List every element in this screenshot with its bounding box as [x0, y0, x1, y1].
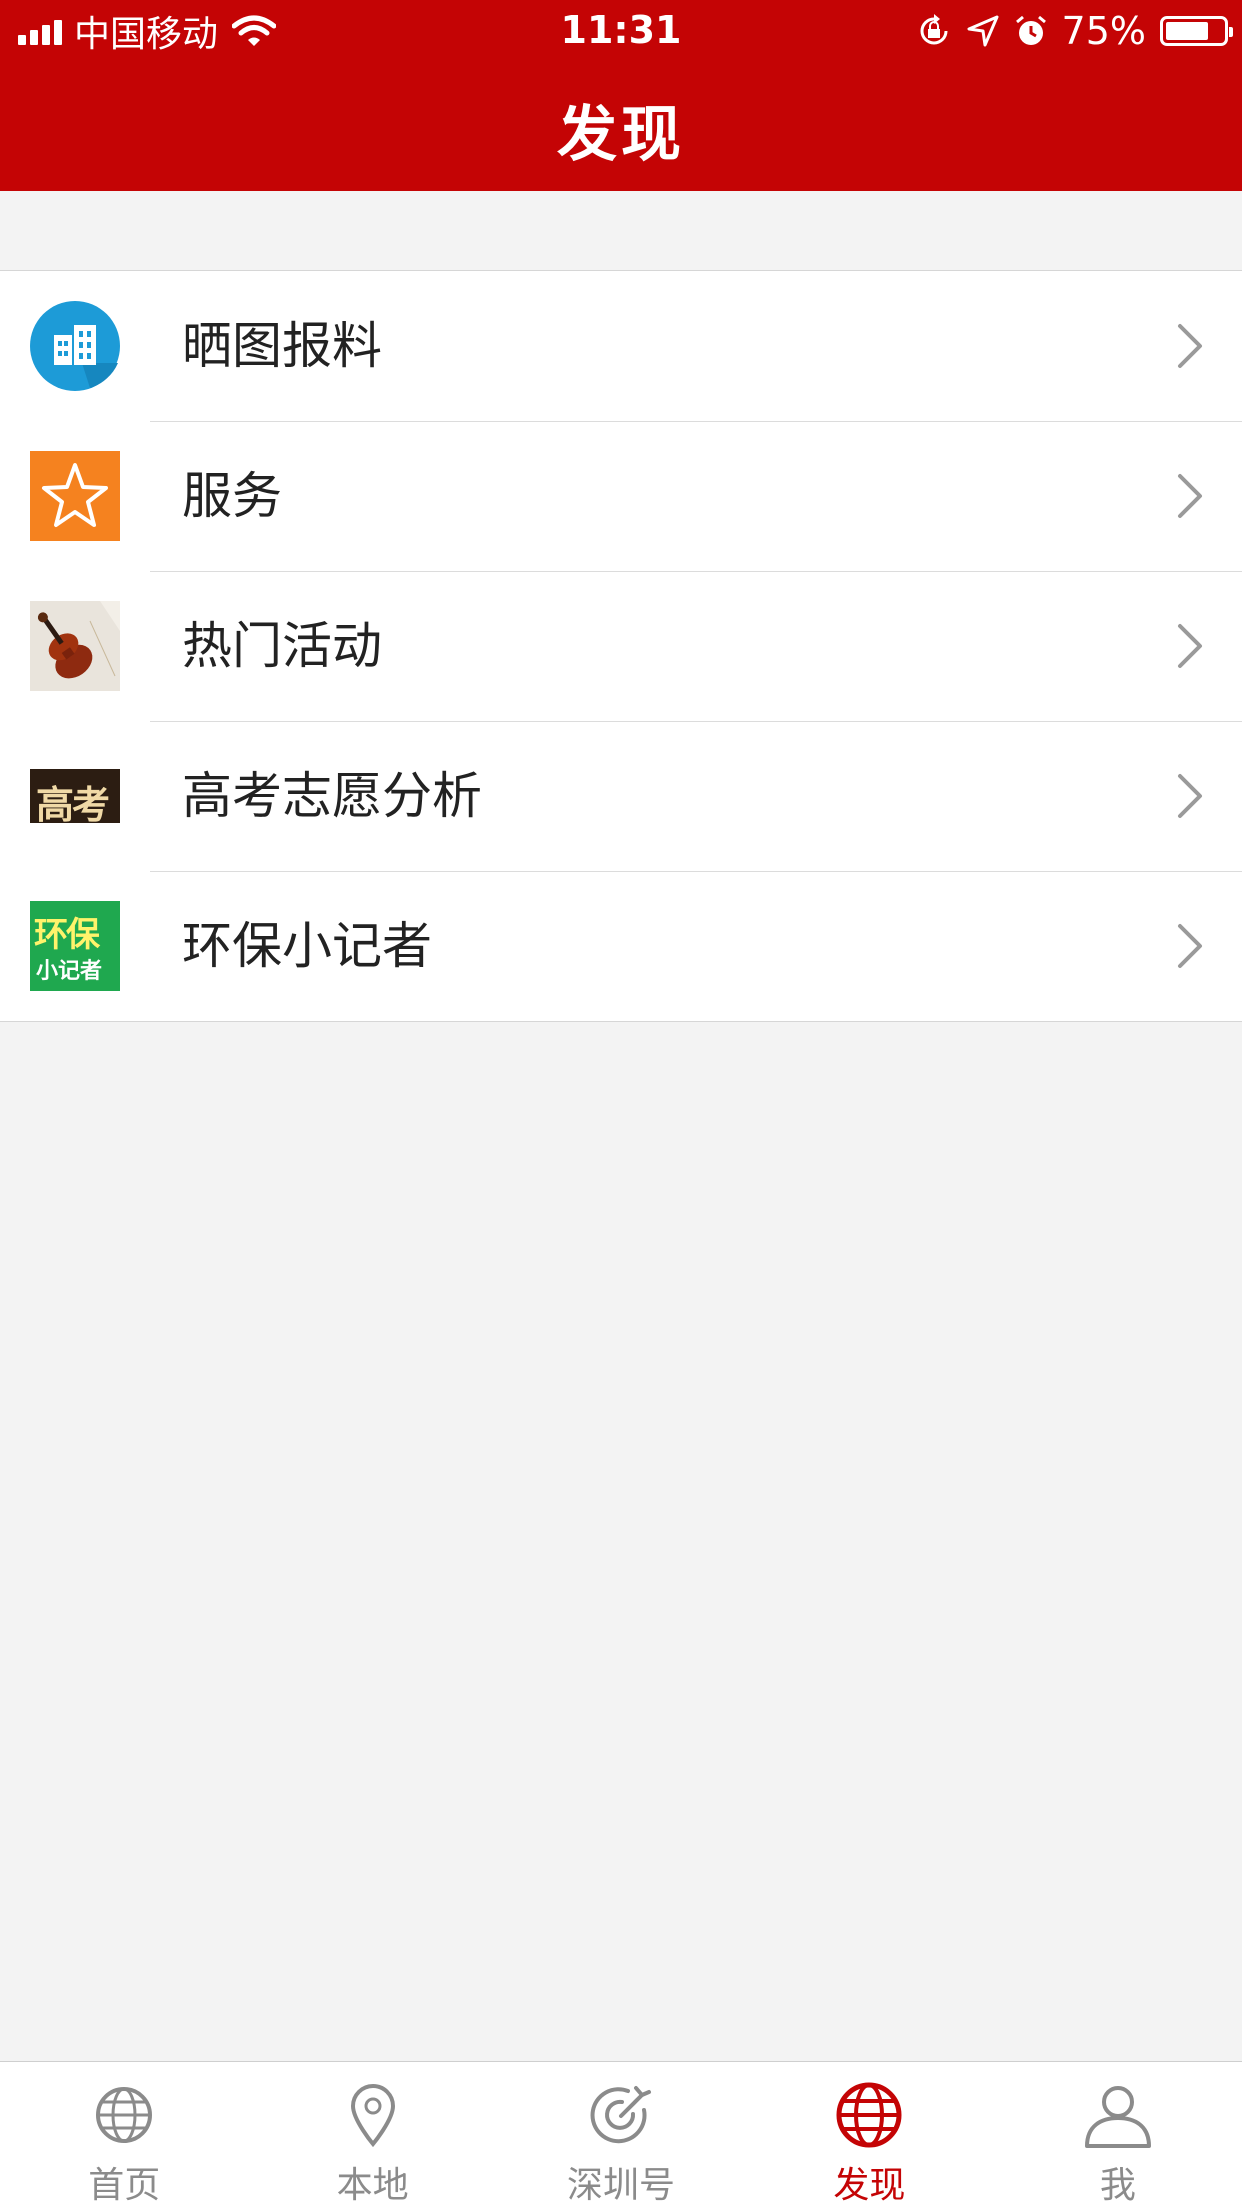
alarm-icon: [1015, 15, 1046, 45]
tab-label: 本地: [336, 2165, 409, 2206]
star-icon: [30, 451, 120, 541]
list-item-gaokao-analysis[interactable]: 高考 高考志愿分析: [0, 721, 1242, 871]
tab-label: 发现: [833, 2165, 906, 2206]
list-item-label: 晒图报料: [182, 317, 382, 375]
globe-icon: [96, 2087, 153, 2143]
list-item-service[interactable]: 服务: [0, 421, 1242, 571]
tab-me[interactable]: 我: [994, 2062, 1242, 2208]
rotation-lock-icon: [920, 14, 948, 45]
list-item-label: 高考志愿分析: [182, 767, 482, 825]
chevron-right-icon: [1178, 924, 1202, 968]
tab-discover[interactable]: 发现: [745, 2062, 993, 2208]
tab-home[interactable]: 首页: [0, 2062, 248, 2208]
list-item-hot-events[interactable]: 热门活动: [0, 571, 1242, 721]
location-arrow-icon: [967, 15, 999, 47]
battery-percentage: 75%: [1061, 9, 1146, 53]
reporter-logo-text-1: 环保: [34, 915, 100, 955]
target-icon: [590, 2086, 652, 2144]
chevron-right-icon: [1178, 624, 1202, 668]
tab-local[interactable]: 本地: [248, 2062, 496, 2208]
chevron-right-icon: [1178, 474, 1202, 518]
list-item-label: 服务: [182, 467, 282, 525]
tab-label: 我: [1099, 2165, 1136, 2206]
gaokao-logo: 高考: [30, 751, 120, 841]
chevron-right-icon: [1178, 774, 1202, 818]
reporter-logo: 环保 小记者: [30, 901, 120, 991]
list-item-eco-reporter[interactable]: 环保 小记者 环保小记者: [0, 871, 1242, 1021]
tab-label: 首页: [88, 2165, 161, 2206]
globe-icon: [836, 2082, 902, 2148]
list-item-label: 环保小记者: [182, 917, 432, 975]
buildings-icon: [30, 301, 120, 391]
status-bar: 中国移动 11:31 75%: [0, 0, 1242, 62]
location-pin-icon: [350, 2084, 395, 2148]
header: 中国移动 11:31 75% 发现: [0, 0, 1242, 191]
tab-bar: 首页 本地 深圳号 发现 我: [0, 2061, 1242, 2208]
discover-list: 晒图报料 服务 热门活动 高考 高考志愿分析 环保 小记者 环保小记者: [0, 270, 1242, 1022]
list-item-label: 热门活动: [182, 617, 382, 675]
page-title: 发现: [557, 100, 685, 170]
list-item-photo-report[interactable]: 晒图报料: [0, 271, 1242, 421]
tab-shenzhen-hao[interactable]: 深圳号: [497, 2062, 745, 2208]
reporter-logo-text-2: 小记者: [36, 959, 103, 984]
chevron-right-icon: [1178, 324, 1202, 368]
tab-label: 深圳号: [567, 2165, 676, 2206]
violin-photo: [30, 601, 120, 691]
battery-icon: [1160, 16, 1233, 46]
gaokao-logo-text: 高考: [36, 783, 110, 823]
person-icon: [1084, 2086, 1151, 2148]
